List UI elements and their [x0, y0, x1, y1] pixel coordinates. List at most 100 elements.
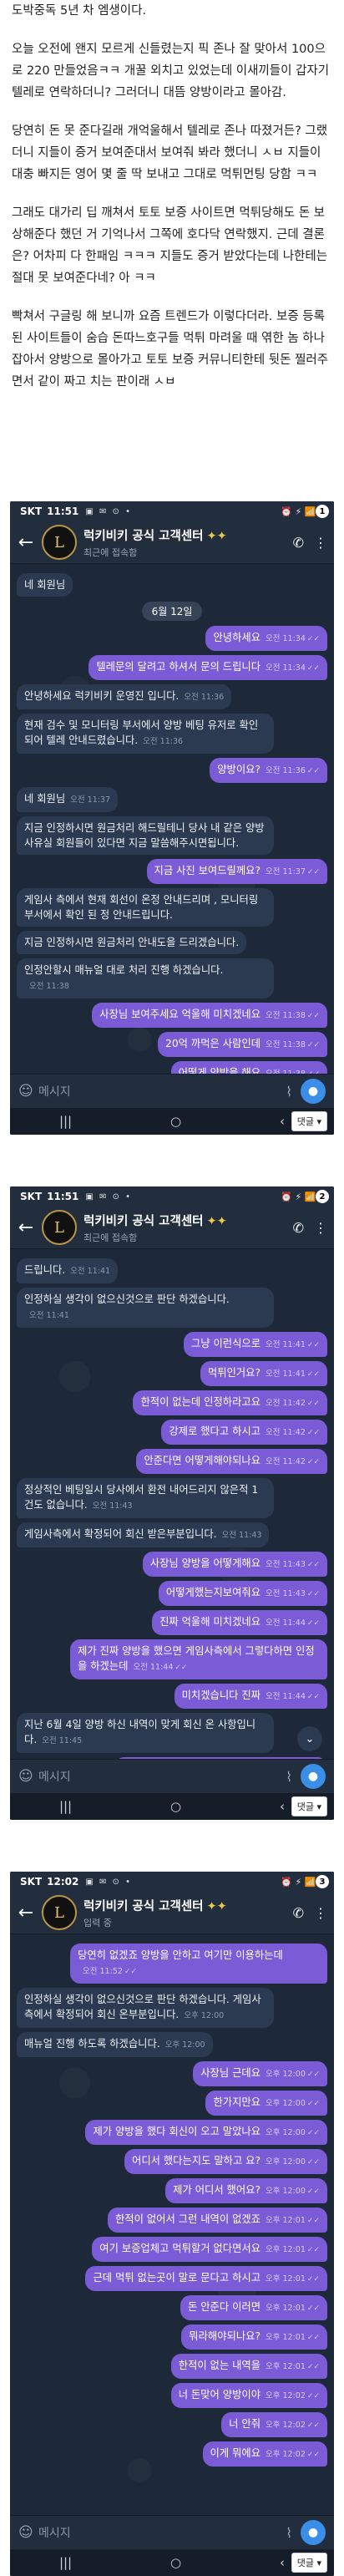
message-bubble[interactable]: 정상적인 베팅일시 당사에서 환전 내어드리지 않은적 1건도 없습니다. 오전 …: [17, 1478, 274, 1518]
post-body: 도박중독 5년 차 엠생이다. 오늘 오전에 왠지 모르게 신들렸는지 픽 존나…: [0, 0, 344, 393]
avatar[interactable]: L: [42, 1210, 77, 1245]
scroll-down-button[interactable]: ⌄: [297, 1726, 322, 1751]
message-bubble[interactable]: 어디서 했다는지도 말하고 요? 오후 12:00 ✓✓: [124, 2149, 327, 2174]
read-check-icon: ✓✓: [306, 635, 320, 643]
read-check-icon: ✓✓: [306, 767, 320, 775]
message-bubble[interactable]: 한적이 없는 내역을 오후 12:01 ✓✓: [170, 2354, 327, 2379]
message-bubble[interactable]: 사장님 보여주세요 억울해 미치겠네요 오전 11:38 ✓✓: [92, 1003, 327, 1028]
recent-apps-button[interactable]: |||: [59, 2555, 72, 2570]
message-bubble[interactable]: 인정안할시 매뉴얼 대로 처리 진행 하겠습니다. 오전 11:38: [17, 958, 274, 998]
message-bubble[interactable]: 이게 뭐에요 오후 12:02 ✓✓: [202, 2441, 327, 2467]
home-button[interactable]: ○: [170, 1114, 181, 1129]
message-bubble[interactable]: 안녕하세요 럭키비키 운영진 입니다. 오전 11:36: [17, 684, 232, 709]
message-bubble[interactable]: 한적이 없어서 그런 내역이 없겠죠 오후 12:01 ✓✓: [107, 2208, 327, 2233]
outgoing-message: 텔레문의 달려고 하셔서 문의 드립니다 오전 11:34 ✓✓: [17, 655, 327, 680]
back-button[interactable]: ‹: [280, 1114, 285, 1129]
phone-icon[interactable]: ✆: [293, 1905, 304, 1921]
reply-button[interactable]: 댓글 ▾: [291, 2553, 327, 2573]
back-button[interactable]: ‹: [280, 1799, 285, 1814]
message-bubble[interactable]: 드립니다. 오전 11:41: [17, 1258, 119, 1283]
recent-apps-button[interactable]: |||: [59, 1799, 72, 1814]
message-bubble[interactable]: 먹튀인거요? 오전 11:41 ✓✓: [200, 1361, 327, 1386]
message-time: 오전 11:42: [266, 1457, 306, 1466]
message-bubble[interactable]: 지금 사진 보여드릴께요? 오전 11:37 ✓✓: [146, 859, 327, 884]
message-bubble[interactable]: 텔레문의 달려고 하셔서 문의 드립니다 오전 11:34 ✓✓: [89, 655, 327, 680]
reply-button[interactable]: 댓글 ▾: [291, 1111, 327, 1131]
more-vertical-icon[interactable]: ⋮: [314, 1220, 327, 1236]
message-bubble[interactable]: 너 돈맞어 양방이야 오후 12:02 ✓✓: [170, 2383, 327, 2408]
emoji-icon[interactable]: ☺: [18, 1768, 38, 1785]
phone-icon[interactable]: ✆: [293, 1220, 304, 1236]
back-button[interactable]: ‹: [280, 2555, 285, 2570]
message-bubble[interactable]: 강제로 했다고 하시고 오전 11:42 ✓✓: [161, 1420, 327, 1445]
message-bubble[interactable]: 너 안줘 오후 12:02 ✓✓: [221, 2412, 327, 2437]
message-bubble[interactable]: 지금 인정하시면 원금처리 안내도을 드리겠습니다.: [17, 931, 247, 954]
message-input[interactable]: 메시지: [38, 2524, 286, 2541]
message-bubble[interactable]: 근데 먹튀 없는곳이 말로 문다고 하시고 오후 12:01 ✓✓: [85, 2266, 327, 2291]
message-bubble[interactable]: 당연히 없겠죠 양방을 안하고 여기만 이용하는데오전 11:52 ✓✓: [70, 1943, 327, 1984]
message-bubble[interactable]: 현재 검수 및 모니터링 부서에서 양방 베팅 유저로 확인되어 텔레 안내드렸…: [17, 714, 274, 754]
message-bubble[interactable]: 사장님 양방을 어떻게해요 오전 11:43 ✓✓: [142, 1552, 327, 1577]
arrow-left-icon[interactable]: ←: [17, 532, 35, 553]
message-bubble[interactable]: 그냥 이런식으로 오전 11:41 ✓✓: [183, 1332, 327, 1357]
message-bubble[interactable]: 양방이요? 오전 11:36 ✓✓: [210, 758, 327, 783]
message-time: 오후 12:02: [266, 2391, 306, 2401]
read-check-icon: ✓✓: [306, 2451, 320, 2459]
more-vertical-icon[interactable]: ⋮: [314, 1905, 327, 1921]
chat-name-text: 럭키비키 공식 고객센터: [83, 1899, 204, 1913]
more-vertical-icon[interactable]: ⋮: [314, 535, 327, 551]
message-bubble[interactable]: 20억 까먹은 사람인데 오전 11:38 ✓✓: [158, 1032, 327, 1057]
message-bubble[interactable]: 제가 진짜 양방을 했으면 게임사측에서 그렇다하면 인정을 하겠는데 오전 11…: [70, 1639, 327, 1679]
message-bubble[interactable]: 제가 어디서 했어요? 오후 12:00 ✓✓: [165, 2178, 327, 2203]
message-bubble[interactable]: 지금 인정하시면 원금처리 해드릴테니 당사 내 같은 양방 사유실 회원들이 …: [17, 816, 274, 855]
outgoing-message: 이게 뭐에요 오후 12:02 ✓✓: [17, 2441, 327, 2467]
chat-title-block[interactable]: 럭키비키 공식 고객센터 ✦✦ 최근에 접속함: [83, 526, 293, 559]
chat-title-block[interactable]: 럭키비키 공식 고객센터 ✦✦ 최근에 접속함: [83, 1212, 293, 1244]
message-bubble[interactable]: 안준다면 어떻게해야되나요 오전 11:42 ✓✓: [136, 1449, 327, 1474]
home-button[interactable]: ○: [170, 2555, 181, 2570]
avatar[interactable]: L: [42, 1895, 77, 1930]
arrow-left-icon[interactable]: ←: [17, 1217, 35, 1238]
phone-icon[interactable]: ✆: [293, 535, 304, 551]
avatar[interactable]: L: [42, 525, 77, 560]
message-bubble[interactable]: 미치겠습니다 진짜 오전 11:44 ✓✓: [174, 1684, 327, 1709]
outgoing-message: 미치겠습니다 진짜 오전 11:44 ✓✓: [17, 1684, 327, 1709]
outgoing-message: 먹튀인거요? 오전 11:41 ✓✓: [17, 1361, 327, 1386]
message-input[interactable]: 메시지: [38, 1768, 286, 1785]
verified-crown-icon: ✦✦: [206, 1214, 227, 1228]
message-bubble[interactable]: 게임사측에서 확정되어 회신 받은부분입니다. 오전 11:43: [17, 1522, 270, 1547]
message-bubble[interactable]: 인정하실 생각이 없으신것으로 판단 하겠습니다. 오전 11:41: [17, 1288, 274, 1328]
message-bubble[interactable]: 한적이 없는데 인정하라고요 오전 11:42 ✓✓: [133, 1390, 327, 1415]
paperclip-icon[interactable]: ⌇: [286, 1769, 292, 1785]
home-button[interactable]: ○: [170, 1799, 181, 1814]
emoji-icon[interactable]: ☺: [18, 1083, 38, 1100]
message-bubble[interactable]: 인정하실 생각이 없으신것으로 판단 하겠습니다. 게임사측에서 확정되어 회신…: [17, 1988, 274, 2028]
message-bubble[interactable]: 뭐라해야되나요? 오후 12:01 ✓✓: [181, 2324, 327, 2350]
microphone-icon[interactable]: ●: [301, 2520, 326, 2545]
microphone-icon[interactable]: ●: [301, 1079, 326, 1104]
paperclip-icon[interactable]: ⌇: [286, 2525, 292, 2541]
recent-apps-button[interactable]: |||: [59, 1114, 72, 1129]
chat-screenshot-3: SKT 12:02 ▣ ✉ ⊙ • ⏰ ⚡ 📶 ▮ ← L 럭키비키 공식 고객센터 ✦✦ 입력…: [10, 1872, 334, 2576]
message-bubble[interactable]: 진짜 억울해 미치겠네요 오전 11:44 ✓✓: [152, 1610, 327, 1635]
message-bubble[interactable]: 사장님 근데요 오후 12:00 ✓✓: [193, 2061, 327, 2086]
message-time: 오후 12:00: [164, 2040, 205, 2050]
message-bubble[interactable]: 네 회원님: [17, 573, 73, 597]
message-bubble[interactable]: 매뉴얼 진행 하도록 하겠습니다. 오후 12:00: [17, 2032, 213, 2057]
arrow-left-icon[interactable]: ←: [17, 1903, 35, 1923]
message-bubble[interactable]: 안녕하세요 오전 11:34 ✓✓: [205, 626, 327, 651]
message-bubble[interactable]: 게임사 측에서 현재 회선이 온정 안내드리며 , 모니터링 부서에서 확인 된…: [17, 888, 274, 927]
message-bubble[interactable]: 지난 6월 4일 양방 하신 내역이 맞게 회신 온 사항입니다. 오전 11:4…: [17, 1713, 274, 1753]
message-bubble[interactable]: 어떻게했는지보여줘요 오전 11:43 ✓✓: [158, 1581, 327, 1606]
message-bubble[interactable]: 네 회원님 오전 11:37: [17, 787, 119, 812]
message-bubble[interactable]: 제가 양방을 했다 회신이 오고 말았나요 오후 12:00 ✓✓: [85, 2120, 327, 2145]
emoji-icon[interactable]: ☺: [18, 2524, 38, 2541]
reply-button[interactable]: 댓글 ▾: [291, 1796, 327, 1816]
message-input[interactable]: 메시지: [38, 1083, 286, 1100]
message-bubble[interactable]: 여기 보증업체고 먹튀할거 없다면서요 오후 12:01 ✓✓: [92, 2237, 327, 2262]
chat-title-block[interactable]: 럭키비키 공식 고객센터 ✦✦ 입력 중: [83, 1897, 293, 1929]
message-bubble[interactable]: 돈 안준다 이러면 오후 12:01 ✓✓: [180, 2295, 327, 2320]
message-bubble[interactable]: 한가지만요 오후 12:00 ✓✓: [205, 2091, 327, 2116]
microphone-icon[interactable]: ●: [301, 1764, 326, 1789]
paperclip-icon[interactable]: ⌇: [286, 1084, 292, 1100]
